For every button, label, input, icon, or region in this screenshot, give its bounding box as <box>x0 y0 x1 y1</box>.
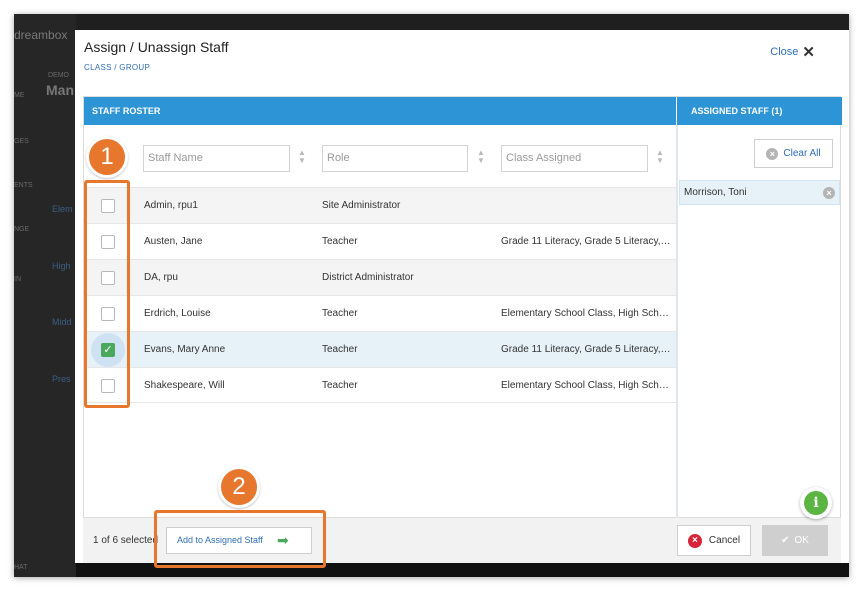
close-label: Close <box>770 46 799 58</box>
role-cell: Teacher <box>322 236 358 247</box>
role-cell: Site Administrator <box>322 200 401 211</box>
background-list-item: Midd <box>52 317 72 327</box>
background-sidebar: dreambox ME GES ENTS NGE IN HAT <box>14 14 76 577</box>
background-list-item: Pres <box>52 374 71 384</box>
callout-badge-1: 1 <box>86 136 128 178</box>
role-cell: District Administrator <box>322 272 414 283</box>
role-filter-placeholder: Role <box>327 152 350 164</box>
brand-logo: dreambox <box>14 28 68 42</box>
info-icon: i <box>804 491 828 515</box>
assigned-staff-name: Morrison, Toni <box>684 187 747 198</box>
callout-highlight-checkboxes <box>84 180 130 408</box>
staff-name-filter-placeholder: Staff Name <box>148 152 203 164</box>
cancel-label: Cancel <box>708 535 741 546</box>
role-cell: Teacher <box>322 308 358 319</box>
assign-staff-modal: Assign / Unassign Staff CLASS / GROUP Cl… <box>75 30 849 563</box>
class-assigned-filter[interactable]: Class Assigned <box>501 145 648 172</box>
staff-roster-table: Admin, rpu1 Site Administrator Austen, J… <box>84 187 676 403</box>
nav-label: ENTS <box>14 182 33 189</box>
role-filter[interactable]: Role <box>322 145 468 172</box>
callout-badge-2: 2 <box>218 466 260 508</box>
table-row[interactable]: Austen, Jane Teacher Grade 11 Literacy, … <box>84 223 676 259</box>
ok-button[interactable]: ✔ OK <box>762 525 828 556</box>
table-row[interactable]: Erdrich, Louise Teacher Elementary Schoo… <box>84 295 676 331</box>
staff-name-cell: Austen, Jane <box>144 236 203 247</box>
ok-label: OK <box>794 535 809 546</box>
table-row[interactable]: Admin, rpu1 Site Administrator <box>84 187 676 223</box>
assigned-staff-header: ASSIGNED STAFF (1) <box>677 97 842 125</box>
filter-row: Staff Name ▲ ▼ Role ▲ ▼ Class Assigned ▲ ▼ <box>84 125 676 186</box>
selection-count: 1 of 6 selected <box>93 535 159 546</box>
background-page-label: DEMO <box>48 72 69 79</box>
staff-name-cell: Evans, Mary Anne <box>144 344 226 355</box>
class-cell: Elementary School Class, High School Cla… <box>501 380 673 391</box>
clear-icon: × <box>766 147 779 160</box>
cancel-icon: × <box>687 533 702 548</box>
staff-name-filter[interactable]: Staff Name <box>143 145 290 172</box>
sort-icon[interactable]: ▲ ▼ <box>655 149 665 165</box>
remove-icon[interactable]: × <box>823 187 835 199</box>
close-icon: ✕ <box>802 43 815 61</box>
modal-body: STAFF ROSTER ASSIGNED STAFF (1) Staff Na… <box>83 96 842 519</box>
callout-highlight-add-button <box>154 510 326 568</box>
staff-name-cell: DA, rpu <box>144 272 178 283</box>
sort-icon[interactable]: ▲ ▼ <box>297 149 307 165</box>
class-cell: Elementary School Class, High School Cla… <box>501 308 673 319</box>
table-row-selected[interactable]: ✓ Evans, Mary Anne Teacher Grade 11 Lite… <box>84 331 676 367</box>
clear-all-label: Clear All <box>783 148 821 159</box>
nav-label: NGE <box>14 226 30 233</box>
info-button[interactable]: i <box>800 487 832 519</box>
background-page-title: Man <box>46 82 74 98</box>
nav-label: IN <box>14 276 21 283</box>
panel-divider <box>676 125 678 519</box>
staff-name-cell: Shakespeare, Will <box>144 380 225 391</box>
background-list-item: High <box>52 261 71 271</box>
nav-label: GES <box>14 138 29 145</box>
role-cell: Teacher <box>322 380 358 391</box>
background-list-item: Elem <box>52 204 73 214</box>
cancel-button[interactable]: × Cancel <box>677 525 751 556</box>
assigned-staff-item: Morrison, Toni × <box>679 180 840 205</box>
close-button[interactable]: Close ✕ <box>770 43 815 61</box>
class-cell: Grade 11 Literacy, Grade 5 Literacy, Gra… <box>501 236 673 247</box>
class-assigned-filter-placeholder: Class Assigned <box>506 152 582 164</box>
staff-name-cell: Erdrich, Louise <box>144 308 211 319</box>
table-row[interactable]: DA, rpu District Administrator <box>84 259 676 295</box>
modal-title: Assign / Unassign Staff <box>84 39 229 55</box>
sort-icon[interactable]: ▲ ▼ <box>476 149 486 165</box>
table-row[interactable]: Shakespeare, Will Teacher Elementary Sch… <box>84 367 676 403</box>
class-cell: Grade 11 Literacy, Grade 5 Literacy, Gra… <box>501 344 673 355</box>
staff-name-cell: Admin, rpu1 <box>144 200 198 211</box>
staff-roster-header: STAFF ROSTER <box>84 97 676 125</box>
nav-label: ME <box>14 92 25 99</box>
check-icon: ✔ <box>781 535 790 546</box>
clear-all-button[interactable]: × Clear All <box>754 139 833 168</box>
nav-label: HAT <box>14 564 28 571</box>
modal-subtitle: CLASS / GROUP <box>84 63 151 72</box>
role-cell: Teacher <box>322 344 358 355</box>
